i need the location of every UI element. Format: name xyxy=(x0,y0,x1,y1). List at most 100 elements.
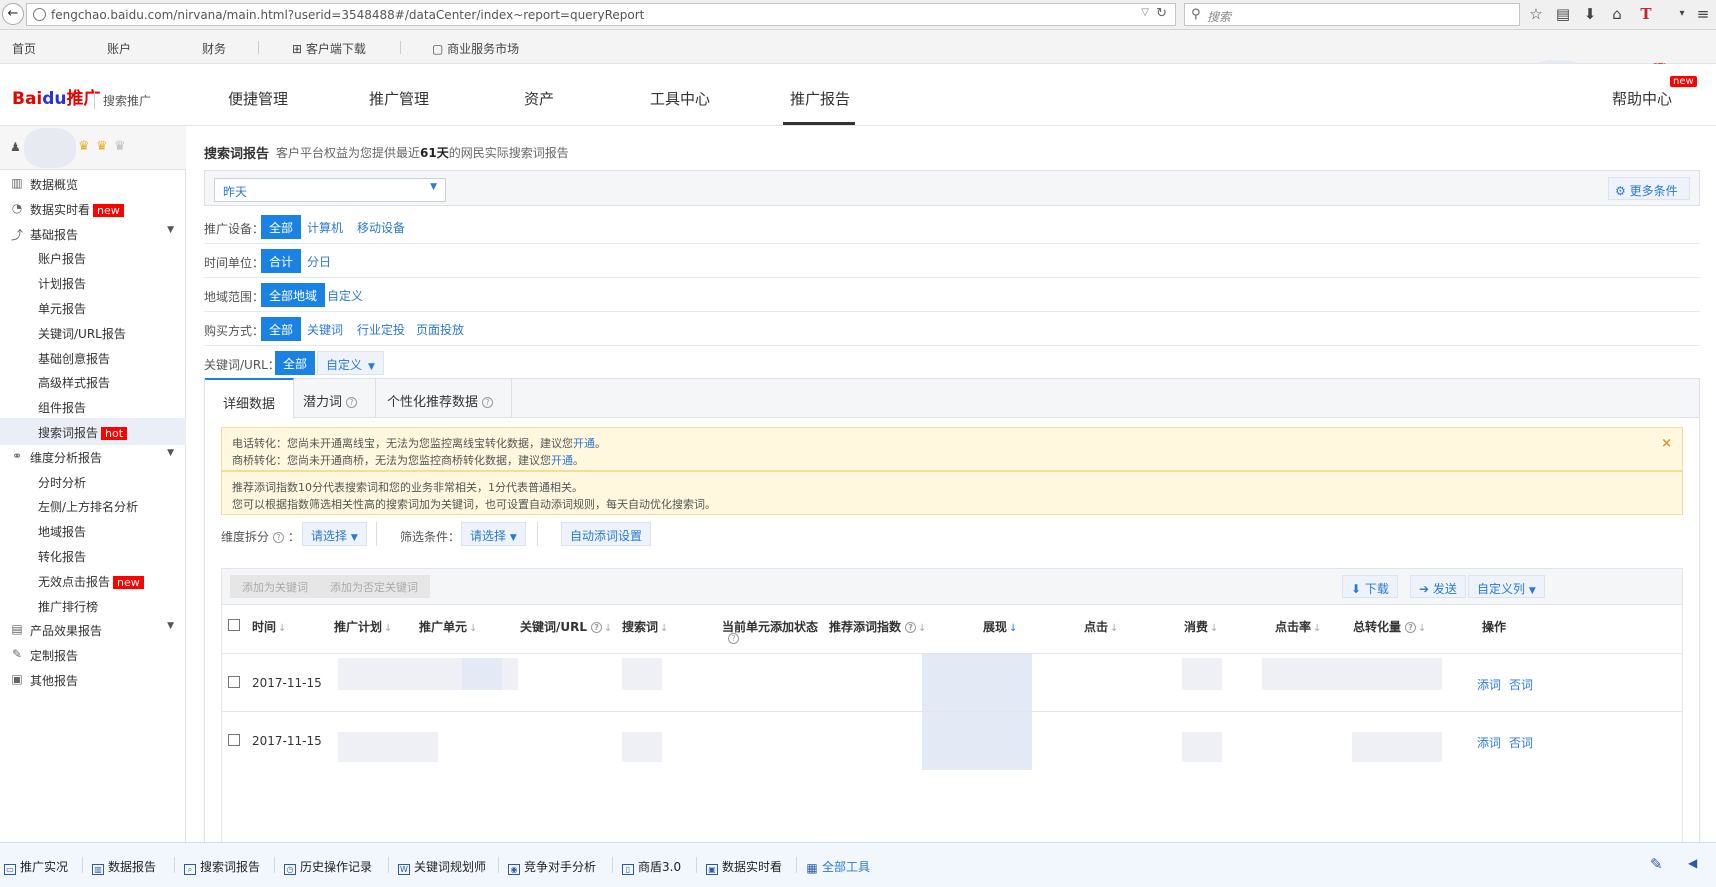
help-icon[interactable]: ? xyxy=(728,633,739,644)
star-icon[interactable]: ☆ xyxy=(1526,4,1546,24)
bottom-tool-5[interactable]: ◉ 竞争对手分析 xyxy=(508,858,596,875)
menu-icon[interactable]: ≡ xyxy=(1693,4,1713,24)
open-link[interactable]: 开通 xyxy=(573,437,595,450)
dimension-split-select[interactable]: 请选择 ▼ xyxy=(302,522,367,546)
help-icon[interactable]: ? xyxy=(482,397,494,408)
sidebar-item-12[interactable]: 分时分析 xyxy=(0,468,186,495)
nav-promotion-report[interactable]: 推广报告 xyxy=(790,88,850,109)
help-icon[interactable]: ? xyxy=(591,622,603,633)
filter-option[interactable]: 移动设备 xyxy=(349,215,413,239)
sort-arrow-icon[interactable]: ↓ xyxy=(469,623,477,634)
sidebar-item-2[interactable]: ⤴ 基础报告 ▼ xyxy=(0,220,186,247)
sidebar-item-15[interactable]: 转化报告 xyxy=(0,542,186,569)
download-icon[interactable]: ⬇ xyxy=(1580,4,1600,24)
sidebar-item-11[interactable]: ⚭ 维度分析报告 ▼ xyxy=(0,443,186,470)
column-header-6[interactable]: 推荐添词指数? ↓ xyxy=(829,618,926,635)
reload-icon[interactable]: ↻ xyxy=(1156,6,1167,21)
filter-option[interactable]: 自定义 ▼ xyxy=(317,351,384,375)
sort-arrow-icon[interactable]: ↓ xyxy=(604,623,612,634)
negative-word-link[interactable]: 否词 xyxy=(1509,734,1533,751)
column-header-4[interactable]: 搜索词 ↓ xyxy=(622,618,668,635)
help-icon[interactable]: ? xyxy=(273,532,285,543)
custom-columns-button[interactable]: 自定义列 ▼ xyxy=(1468,575,1545,598)
filter-option[interactable]: 自定义 xyxy=(319,283,371,307)
sort-arrow-icon[interactable]: ↓ xyxy=(1009,623,1017,634)
sort-arrow-icon[interactable]: ↓ xyxy=(1313,623,1321,634)
column-header-8[interactable]: 点击 ↓ xyxy=(1084,618,1118,635)
add-word-link[interactable]: 添词 xyxy=(1477,734,1501,751)
reading-list-icon[interactable]: ▤ xyxy=(1553,4,1573,24)
column-header-3[interactable]: 关键词/URL? ↓ xyxy=(520,618,612,635)
sidebar-item-9[interactable]: 组件报告 xyxy=(0,393,186,420)
filter-option[interactable]: 全部地域 xyxy=(261,283,326,307)
column-header-12[interactable]: 操作 xyxy=(1482,618,1506,635)
sidebar-item-8[interactable]: 高级样式报告 xyxy=(0,368,186,395)
column-header-5[interactable]: 当前单元添加状态 xyxy=(722,618,818,635)
back-arrow-icon[interactable]: ← xyxy=(2,3,24,25)
column-header-0[interactable]: 时间 ↓ xyxy=(252,618,286,635)
extension-dropdown-icon[interactable]: ▾ xyxy=(1672,4,1692,24)
bottom-tool-2[interactable]: ⌕ 搜索词报告 xyxy=(184,858,260,875)
sidebar-item-13[interactable]: 左侧/上方排名分析 xyxy=(0,492,186,519)
topstrip-account[interactable]: 账户 xyxy=(107,40,131,57)
browser-search-input[interactable]: ⚲ 搜索 xyxy=(1184,3,1520,26)
sort-arrow-icon[interactable]: ↓ xyxy=(1110,623,1118,634)
sort-arrow-icon[interactable]: ↓ xyxy=(1210,623,1218,634)
bottom-tool-4[interactable]: W 关键词规划师 xyxy=(398,858,486,875)
column-header-7[interactable]: 展现 ↓ xyxy=(983,618,1017,635)
help-icon[interactable]: ? xyxy=(905,622,917,633)
sort-arrow-icon[interactable]: ↓ xyxy=(278,623,286,634)
topstrip-home[interactable]: 首页 xyxy=(12,40,36,57)
baidu-logo[interactable]: Baidu推广 xyxy=(12,84,101,109)
sidebar-item-19[interactable]: ✎ 定制报告 xyxy=(0,641,186,668)
filter-option[interactable]: 关键词 xyxy=(299,317,351,341)
filter-option[interactable]: 合计 xyxy=(261,249,302,273)
sort-arrow-icon[interactable]: ↓ xyxy=(918,623,926,634)
filter-option[interactable]: 页面投放 xyxy=(408,317,472,341)
collapse-arrow-icon[interactable]: ◀ xyxy=(1688,856,1697,870)
bottom-tool-8[interactable]: ▦ 全部工具 xyxy=(806,858,870,875)
row-checkbox[interactable] xyxy=(228,734,240,746)
help-icon[interactable]: ? xyxy=(1405,622,1417,633)
bottom-tool-0[interactable]: ▭ 推广实况 xyxy=(4,858,68,875)
tab-potential-words[interactable]: 潜力词? xyxy=(285,378,377,418)
url-dropdown-icon[interactable]: ▽ xyxy=(1141,7,1149,18)
filter-option[interactable]: 全部 xyxy=(275,351,316,375)
column-header-2[interactable]: 推广单元 ↓ xyxy=(419,618,477,635)
filter-option[interactable]: 全部 xyxy=(261,317,302,341)
tab-detail-data[interactable]: 详细数据 xyxy=(205,378,295,419)
column-header-9[interactable]: 消费 ↓ xyxy=(1184,618,1218,635)
sidebar-item-5[interactable]: 单元报告 xyxy=(0,294,186,321)
bottom-tool-6[interactable]: ▯ 商盾3.0 xyxy=(622,858,681,875)
more-conditions-button[interactable]: ⚙ 更多条件 xyxy=(1608,177,1690,200)
nav-tool-center[interactable]: 工具中心 xyxy=(650,88,710,109)
filter-option[interactable]: 行业定投 xyxy=(349,317,413,341)
sort-arrow-icon[interactable]: ↓ xyxy=(384,623,392,634)
column-header-10[interactable]: 点击率 ↓ xyxy=(1275,618,1321,635)
filter-option[interactable]: 全部 xyxy=(261,215,302,239)
negative-word-link[interactable]: 否词 xyxy=(1509,676,1533,693)
topstrip-client-download[interactable]: ⊞ 客户端下载 xyxy=(292,40,366,57)
help-center-link[interactable]: 帮助中心 xyxy=(1612,88,1672,109)
sidebar-item-17[interactable]: 推广排行榜 xyxy=(0,592,186,619)
nav-quick-manage[interactable]: 便捷管理 xyxy=(228,88,288,109)
close-icon[interactable]: × xyxy=(1661,435,1672,452)
filter-option[interactable]: 计算机 xyxy=(299,215,351,239)
home-icon[interactable]: ⌂ xyxy=(1607,4,1627,24)
sidebar-item-3[interactable]: 账户报告 xyxy=(0,244,186,271)
edit-pen-icon[interactable]: ✎ xyxy=(1650,855,1663,873)
nav-campaign-manage[interactable]: 推广管理 xyxy=(369,88,429,109)
translate-extension-icon[interactable]: T xyxy=(1636,4,1656,24)
column-header-1[interactable]: 推广计划 ↓ xyxy=(334,618,392,635)
add-keyword-button[interactable]: 添加为关键词 xyxy=(230,575,320,598)
download-button[interactable]: ⬇ 下载 xyxy=(1342,575,1398,598)
sidebar-item-6[interactable]: 关键词/URL报告 xyxy=(0,319,186,346)
topstrip-service-market[interactable]: ▢ 商业服务市场 xyxy=(432,40,519,57)
topstrip-finance[interactable]: 财务 xyxy=(202,40,226,57)
sidebar-item-16[interactable]: 无效点击报告 new xyxy=(0,567,186,594)
nav-assets[interactable]: 资产 xyxy=(524,88,554,109)
sidebar-item-7[interactable]: 基础创意报告 xyxy=(0,344,186,371)
filter-option[interactable]: 分日 xyxy=(299,249,339,273)
filter-condition-select[interactable]: 请选择 ▼ xyxy=(461,522,526,546)
sort-arrow-icon[interactable]: ↓ xyxy=(660,623,668,634)
